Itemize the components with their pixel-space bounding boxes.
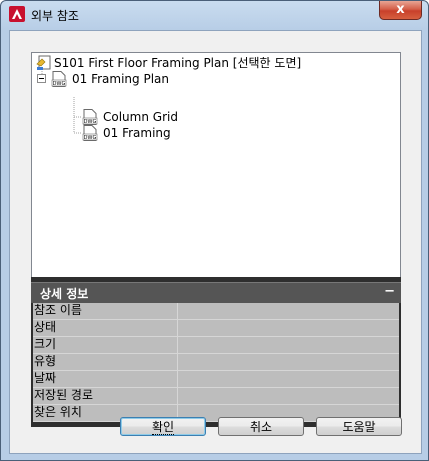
property-row-type[interactable]: 유형 <box>33 354 399 371</box>
property-value <box>179 320 399 336</box>
tree-item-01-framing-label: 01 Framing <box>103 126 171 140</box>
xref-tree[interactable]: S101 First Floor Framing Plan [선택한 도면] D… <box>31 52 401 278</box>
details-header[interactable]: 상세 정보 − <box>31 282 401 303</box>
cancel-button-label: 취소 <box>249 420 273 434</box>
property-row-status[interactable]: 상태 <box>33 320 399 337</box>
property-row-reference-name[interactable]: 참조 이름 <box>33 303 399 320</box>
dwg-file-icon: DWG <box>51 71 67 87</box>
property-row-saved-path[interactable]: 저장된 경로 <box>33 388 399 405</box>
ok-button-label: 확인 <box>151 420 175 435</box>
dwg-badge: DWG <box>53 81 66 87</box>
details-panel: 상세 정보 − 참조 이름 상태 크기 유형 날짜 저장된 경로 찾은 위치 <box>31 277 401 427</box>
property-name: 유형 <box>33 354 178 370</box>
property-name: 날짜 <box>33 371 178 387</box>
external-references-dialog: 외부 참조 x S101 First Floor Framing Plan [선… <box>0 0 429 461</box>
cancel-button[interactable]: 취소 <box>218 417 304 436</box>
property-name: 저장된 경로 <box>33 388 178 404</box>
property-value <box>179 354 399 370</box>
property-name: 상태 <box>33 320 178 336</box>
tree-item-01-framing[interactable]: DWG 01 Framing <box>82 125 212 141</box>
property-value <box>179 337 399 353</box>
property-value <box>179 371 399 387</box>
autocad-app-icon <box>9 6 25 22</box>
minus-box-icon[interactable] <box>37 74 46 83</box>
close-icon: x <box>396 2 405 17</box>
dwg-file-icon: DWG <box>82 125 98 141</box>
close-button[interactable]: x <box>379 1 422 20</box>
dwg-file-icon: DWG <box>82 109 98 125</box>
property-value <box>179 388 399 404</box>
details-property-table: 참조 이름 상태 크기 유형 날짜 저장된 경로 찾은 위치 <box>33 303 399 422</box>
property-value <box>179 303 399 319</box>
property-row-size[interactable]: 크기 <box>33 337 399 354</box>
tree-item-framing-plan[interactable]: DWG 01 Framing Plan <box>37 71 237 87</box>
title-bar[interactable]: 외부 참조 x <box>1 1 428 29</box>
property-name: 크기 <box>33 337 178 353</box>
window-title: 외부 참조 <box>31 9 79 23</box>
collapse-icon[interactable]: − <box>384 284 395 299</box>
help-button-label: 도움말 <box>342 420 376 434</box>
tree-item-column-grid[interactable]: DWG Column Grid <box>82 109 212 125</box>
dwg-badge: DWG <box>84 135 97 141</box>
details-title: 상세 정보 <box>40 287 89 301</box>
property-row-date[interactable]: 날짜 <box>33 371 399 388</box>
dialog-body: S101 First Floor Framing Plan [선택한 도면] D… <box>9 30 422 454</box>
tree-item-column-grid-label: Column Grid <box>103 110 178 124</box>
help-button[interactable]: 도움말 <box>316 417 402 436</box>
ok-button[interactable]: 확인 <box>120 417 206 436</box>
tree-item-framing-plan-label: 01 Framing Plan <box>72 72 169 86</box>
property-name: 참조 이름 <box>33 303 178 319</box>
